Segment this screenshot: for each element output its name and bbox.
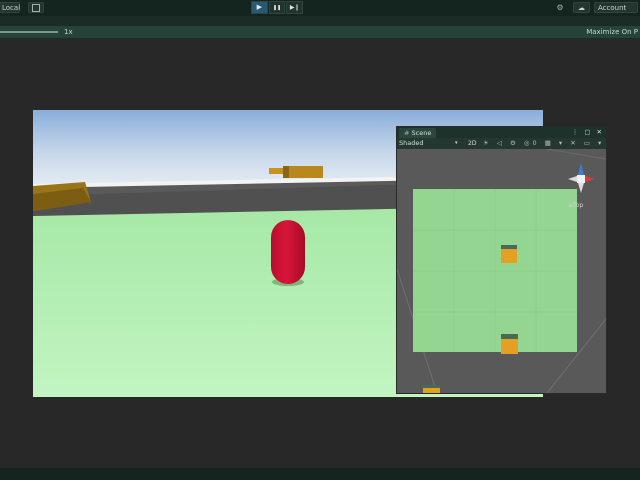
- gizmo-label: ≡Top: [568, 202, 583, 209]
- scene-cube-top: [423, 385, 440, 388]
- play-button[interactable]: ▶: [251, 1, 268, 14]
- play-controls: ▶ ❚❚ ▶❙: [251, 1, 304, 14]
- step-button[interactable]: ▶❙: [286, 1, 304, 14]
- scene-window: # Scene ⋮ ▢ ✕ Shaded ▾ 2D ☀ ◁ ⚙ ◎0 ▦ ▾ ✕…: [396, 126, 607, 394]
- gizmo-center: [577, 175, 585, 183]
- game-tab-bar: [0, 16, 640, 26]
- gizmo-view-label: Top: [573, 202, 584, 209]
- 2d-toggle[interactable]: 2D: [468, 139, 476, 148]
- chevron-down-icon: ▾: [455, 140, 458, 146]
- gizmo-x-axis: [585, 176, 595, 182]
- player-capsule: [271, 220, 305, 284]
- scene-grid-icon: #: [404, 129, 410, 137]
- orientation-gizmo: [568, 163, 595, 193]
- account-label: Account: [598, 4, 627, 12]
- scene-viewport[interactable]: [397, 149, 606, 393]
- game-view-toolbar: [0, 26, 640, 39]
- scene-cube-top: [501, 334, 518, 339]
- scene-tab-label: Scene: [411, 129, 432, 137]
- pause-icon: ❚❚: [272, 5, 282, 11]
- orange-block-far-shadow: [283, 166, 289, 178]
- cloud-icon: ☁: [578, 4, 585, 12]
- pivot-rotation-toggle[interactable]: Local: [0, 2, 20, 13]
- pause-button[interactable]: ❚❚: [268, 1, 286, 14]
- grid-snap-icon: [32, 4, 40, 12]
- window-controls[interactable]: ⋮ ▢ ✕: [572, 128, 604, 137]
- main-toolbar: Local ▶ ❚❚ ▶❙ ⚙ ☁ Account ▾: [0, 0, 640, 23]
- status-bar: [0, 468, 640, 480]
- scene-cube-top: [501, 245, 517, 249]
- gizmo-neg-x-axis: [568, 176, 577, 182]
- gizmo-neg-y-axis: [578, 183, 584, 193]
- scale-slider[interactable]: [0, 31, 58, 33]
- maximize-on-play-toggle[interactable]: Maximize On P: [586, 28, 638, 36]
- scale-label: 1x: [64, 28, 73, 36]
- play-icon: ▶: [256, 3, 263, 11]
- grid-snap-button[interactable]: [28, 2, 44, 13]
- pivot-rotation-label: Local: [2, 4, 21, 12]
- gizmo-y-axis: [578, 163, 584, 175]
- collab-button[interactable]: ⚙: [553, 2, 567, 13]
- step-icon: ▶❙: [289, 4, 300, 11]
- account-dropdown[interactable]: Account ▾: [594, 2, 638, 23]
- cloud-button[interactable]: ☁: [573, 2, 590, 13]
- collab-icon: ⚙: [556, 3, 564, 12]
- shading-mode-dropdown[interactable]: Shaded: [399, 139, 423, 148]
- grid-line: [546, 149, 606, 160]
- orange-block-far-small: [269, 168, 283, 174]
- scene-toolbar-icons[interactable]: ☀ ◁ ⚙ ◎0 ▦ ▾ ✕ ▭ ▾: [483, 139, 604, 148]
- tab-scene[interactable]: # Scene: [399, 128, 437, 138]
